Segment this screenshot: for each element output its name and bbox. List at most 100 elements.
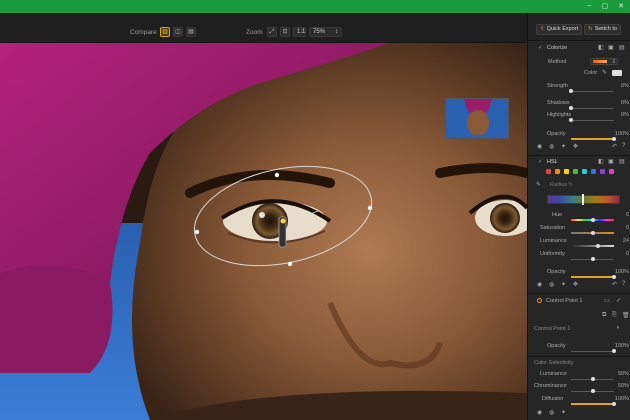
hsl-brush-icon[interactable]: ✦: [561, 281, 566, 288]
hsl-mask-icon[interactable]: ◧: [598, 158, 604, 165]
compare-trash-icon[interactable]: ▤: [186, 27, 196, 37]
reset-icon[interactable]: ▣: [608, 44, 614, 51]
hsl-undo-icon[interactable]: ↶: [612, 281, 617, 288]
radius-icon[interactable]: ✎: [568, 181, 573, 188]
color-swatch[interactable]: [612, 70, 622, 76]
hsl-check-icon[interactable]: ✓: [538, 159, 543, 165]
navigator-preview[interactable]: [445, 98, 509, 139]
strength-knob[interactable]: [569, 89, 573, 93]
hsl-color-swatch[interactable]: [582, 169, 587, 174]
uniformity-label: Uniformity: [540, 251, 565, 257]
shadows-knob[interactable]: [569, 106, 573, 110]
bottom-brush-icon[interactable]: ✦: [561, 409, 566, 416]
hsl-menu-icon[interactable]: ▤: [619, 158, 625, 165]
maximize-icon[interactable]: ▢: [602, 2, 609, 10]
color-label: Color: [584, 70, 598, 76]
navigator-thumbnail: [446, 99, 508, 138]
hsl-color-swatch[interactable]: [600, 169, 605, 174]
compare-side-by-side-icon[interactable]: ▥: [160, 27, 170, 37]
selectivity-diffusion-slider[interactable]: Diffusion 100%: [528, 396, 630, 406]
control-point-visible-icon[interactable]: ✓: [616, 297, 621, 304]
shadows-slider[interactable]: Shadows 0%: [528, 100, 630, 110]
hsl-visibility-icon[interactable]: ◉: [537, 281, 542, 288]
hsl-color-swatch[interactable]: [573, 169, 578, 174]
strength-slider[interactable]: Strength 0%: [528, 83, 630, 93]
hsl-help-icon[interactable]: ?: [622, 281, 625, 287]
hsl-opacity-fill: [571, 276, 614, 278]
hsl-layer-mask-icon[interactable]: ◍: [549, 281, 554, 288]
selectivity-luminance-slider[interactable]: Luminance 50%: [528, 371, 630, 381]
highlights-slider[interactable]: Highlights 0%: [528, 112, 630, 122]
help-icon[interactable]: ?: [622, 143, 625, 149]
hsl-color-swatch[interactable]: [546, 169, 551, 174]
selectivity-chrominance-knob[interactable]: [591, 389, 595, 393]
selectivity-chrominance-slider[interactable]: Chrominance 50%: [528, 383, 630, 393]
close-icon[interactable]: ✕: [618, 2, 624, 10]
selectivity-luminance-knob[interactable]: [591, 377, 595, 381]
hsl-color-swatch[interactable]: [609, 169, 614, 174]
hsl-opacity-slider[interactable]: Opacity 100%: [528, 269, 630, 279]
hsl-color-swatch[interactable]: [591, 169, 596, 174]
zoom-one-to-one-button[interactable]: 1:1: [293, 27, 306, 37]
layer-mask-icon[interactable]: ◍: [549, 143, 554, 150]
luminance-slider[interactable]: Luminance 24: [528, 238, 630, 248]
undo-icon[interactable]: ↶: [612, 143, 617, 150]
zoom-value-select[interactable]: 75% ↕: [309, 27, 342, 37]
uniformity-slider[interactable]: Uniformity 0: [528, 251, 630, 261]
colorize-opacity-slider[interactable]: Opacity 100%: [528, 131, 630, 141]
zoom-fit-icon[interactable]: ⤢: [267, 27, 277, 37]
control-point-opacity-knob[interactable]: [612, 349, 616, 353]
hsl-eyedropper-icon[interactable]: ✎: [536, 181, 541, 188]
visibility-icon[interactable]: ◉: [537, 143, 542, 150]
saturation-knob[interactable]: [591, 231, 595, 235]
panel-menu-icon[interactable]: ▤: [619, 44, 625, 51]
image-canvas[interactable]: [0, 43, 527, 420]
method-select[interactable]: 3: [590, 58, 618, 65]
zoom-fill-icon[interactable]: ⊡: [280, 27, 290, 37]
bottom-visibility-icon[interactable]: ◉: [537, 409, 542, 416]
control-point-marker-icon: [537, 298, 542, 303]
control-point-icon[interactable]: ✥: [573, 143, 578, 150]
minimize-icon[interactable]: –: [588, 2, 592, 10]
colorize-opacity-value: 100%: [614, 131, 629, 137]
hsl-color-swatch[interactable]: [555, 169, 560, 174]
hsl-spectrum-marker[interactable]: [582, 194, 584, 205]
control-point-opacity-value: 100%: [614, 343, 629, 349]
control-point-actions: ⧉ ⎘ 🗑: [528, 312, 630, 322]
hue-slider[interactable]: Hue 0: [528, 212, 630, 222]
eyedropper-icon[interactable]: ✎: [602, 69, 607, 76]
copy-icon[interactable]: ⎘: [612, 312, 617, 319]
delete-icon[interactable]: 🗑: [622, 312, 630, 319]
colorize-opacity-knob[interactable]: [612, 137, 616, 141]
colorize-check-icon[interactable]: ✓: [538, 45, 543, 51]
hsl-opacity-knob[interactable]: [612, 275, 616, 279]
hue-knob[interactable]: [591, 218, 595, 222]
compare-split-icon[interactable]: ◫: [173, 27, 183, 37]
hsl-color-swatch[interactable]: [564, 169, 569, 174]
method-swatch: [593, 60, 607, 63]
quick-export-button[interactable]: ⇧ Quick Export: [536, 24, 583, 35]
control-point-opacity-slider[interactable]: Opacity 100%: [528, 343, 630, 353]
selectivity-luminance-label: Luminance: [540, 371, 567, 377]
switch-to-button[interactable]: ↻ Switch to: [584, 24, 621, 35]
top-toolbar: Compare ▥ ◫ ▤ Zoom ⤢ ⊡ 1:1 75% ↕: [0, 13, 527, 43]
control-point-list-item[interactable]: Control Point 1 ▭ ✓: [528, 297, 630, 307]
hsl-reset-icon[interactable]: ▣: [608, 158, 614, 165]
luminance-knob[interactable]: [596, 244, 600, 248]
window-controls: – ▢ ✕: [588, 2, 624, 10]
luminance-track: [571, 245, 614, 247]
mask-icon[interactable]: ◧: [598, 44, 604, 51]
brush-icon[interactable]: ✦: [561, 143, 566, 150]
zoom-value: 75%: [313, 29, 326, 35]
hsl-spectrum[interactable]: [547, 194, 620, 205]
selectivity-diffusion-knob[interactable]: [612, 402, 616, 406]
uniformity-knob[interactable]: [591, 257, 595, 261]
duplicate-icon[interactable]: ⧉: [602, 312, 606, 319]
strength-value: 0%: [621, 83, 629, 89]
hsl-control-point-icon[interactable]: ✥: [573, 281, 578, 288]
highlights-knob[interactable]: [569, 118, 573, 122]
control-point-brush-icon[interactable]: ◖: [616, 325, 620, 331]
saturation-slider[interactable]: Saturation 0: [528, 225, 630, 235]
control-point-toggle-icon[interactable]: ▭: [604, 297, 610, 304]
bottom-layer-mask-icon[interactable]: ◍: [549, 409, 554, 416]
